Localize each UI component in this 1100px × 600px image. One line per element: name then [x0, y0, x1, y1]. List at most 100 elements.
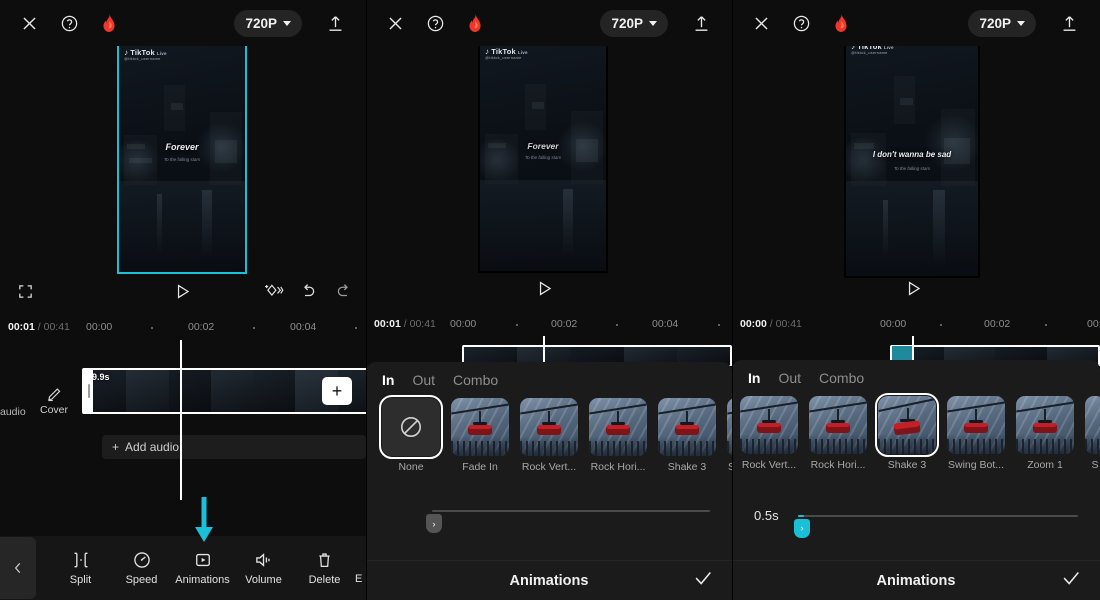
animation-option-rock-horizontal[interactable]: Rock Hori... [589, 398, 647, 473]
animation-label: Rock Vert... [521, 461, 577, 473]
animation-option-shake-3[interactable]: Shake 3 [875, 393, 939, 471]
duration-slider-track[interactable]: › [794, 514, 1078, 538]
animations-icon [195, 553, 210, 567]
top-bar: 720P [0, 0, 366, 46]
no-animation-icon [400, 416, 422, 438]
upload-icon[interactable] [686, 8, 716, 38]
slider-knob[interactable]: › [426, 514, 442, 533]
animation-thumb[interactable] [740, 396, 798, 454]
resolution-selector[interactable]: 720P [234, 9, 302, 37]
video-preview-p3[interactable]: ♪ TikTok Live @tiktok_username I don't w… [844, 36, 980, 278]
video-preview-p1[interactable]: ♪ TikTok Live @tiktok_username Forever T… [117, 42, 247, 274]
tool-speed[interactable]: Speed [111, 550, 172, 586]
ruler-dot [151, 327, 153, 329]
cover-label: Cover [39, 404, 68, 416]
animation-list-p2[interactable]: None Fade In Rock Vert... Rock Hori... S… [366, 394, 732, 473]
top-bar: 720P [366, 0, 732, 46]
ruler-dot [1045, 324, 1047, 326]
watermark-username: @tiktok_username [124, 56, 161, 61]
duration-slider-row-p2[interactable]: › [366, 510, 732, 533]
animation-option-swing-bottom[interactable]: Swing Bot... [947, 396, 1005, 471]
cover-button[interactable]: Cover [30, 370, 78, 432]
fullscreen-icon[interactable] [10, 274, 40, 308]
tool-delete[interactable]: Delete [294, 550, 355, 586]
animation-thumb[interactable] [451, 398, 509, 456]
timeline-p1[interactable]: audio Cover 39.9s + + Add audio [0, 340, 366, 530]
close-icon[interactable] [746, 8, 776, 38]
check-icon[interactable] [1060, 567, 1082, 594]
lyric-text: Forever [165, 142, 199, 152]
animation-thumb[interactable] [1016, 396, 1074, 454]
lyric-subtext: To the falling stars [893, 166, 931, 171]
play-icon[interactable] [898, 271, 928, 305]
add-keyframe-icon[interactable] [258, 274, 288, 308]
animation-option-rock-horizontal[interactable]: Rock Hori... [809, 396, 867, 471]
duration-slider-row-p3[interactable]: 0.5s › [732, 508, 1100, 538]
play-icon[interactable] [529, 271, 559, 305]
clip-trim-handle-left[interactable] [84, 370, 93, 412]
tool-label: Delete [308, 574, 341, 586]
animation-thumb[interactable] [589, 398, 647, 456]
tool-edit-partial[interactable]: E [355, 551, 366, 585]
help-circle-icon[interactable] [420, 8, 450, 38]
tool-split[interactable]: Split [50, 550, 111, 586]
tab-out[interactable]: Out [412, 372, 435, 388]
animation-thumb[interactable] [1085, 396, 1100, 454]
total-duration: 00:41 [775, 318, 802, 330]
time-separator: / [37, 321, 41, 333]
redo-icon[interactable] [329, 274, 359, 308]
chevron-left-icon [14, 562, 21, 574]
add-audio-button[interactable]: + Add audio [102, 435, 366, 459]
ruler-tick: 00:02 [984, 318, 1011, 330]
help-circle-icon[interactable] [54, 8, 84, 38]
resolution-selector[interactable]: 720P [600, 9, 668, 37]
time-separator: / [769, 318, 773, 330]
check-icon[interactable] [692, 567, 714, 594]
tool-animations[interactable]: Animations [172, 550, 233, 586]
animation-thumb[interactable] [875, 393, 939, 457]
video-preview-p2[interactable]: ♪ TikTok Live @tiktok_username Forever T… [478, 41, 608, 273]
playback-bar-p3 [732, 271, 1100, 305]
tab-combo[interactable]: Combo [453, 372, 498, 388]
timeline-ruler-p3: 00:00 / 00:41 00:00 00:02 00:0 [732, 315, 1100, 335]
animation-option-partial[interactable]: S [1085, 396, 1100, 471]
animation-thumb[interactable] [658, 398, 716, 456]
tab-out[interactable]: Out [778, 370, 801, 386]
flame-icon[interactable] [826, 8, 856, 38]
tab-combo[interactable]: Combo [819, 370, 864, 386]
animation-thumb[interactable] [809, 396, 867, 454]
flame-icon[interactable] [94, 8, 124, 38]
animation-option-shake-3[interactable]: Shake 3 [658, 398, 716, 473]
animation-option-none[interactable]: None [379, 395, 443, 473]
tab-in[interactable]: In [382, 372, 394, 388]
close-icon[interactable] [14, 8, 44, 38]
volume-icon [256, 553, 270, 567]
animation-option-zoom-1[interactable]: Zoom 1 [1016, 396, 1074, 471]
animation-thumb[interactable] [947, 396, 1005, 454]
back-button[interactable] [0, 537, 36, 599]
undo-icon[interactable] [293, 274, 323, 308]
panel-divider [732, 0, 733, 600]
tab-in[interactable]: In [748, 370, 760, 386]
animation-option-rock-vertical[interactable]: Rock Vert... [740, 396, 798, 471]
play-icon[interactable] [167, 274, 197, 308]
playhead-p1[interactable] [180, 340, 182, 500]
flame-icon[interactable] [460, 8, 490, 38]
animation-option-fade-in[interactable]: Fade In [451, 398, 509, 473]
upload-icon[interactable] [1054, 8, 1084, 38]
animations-sheet-p3: In Out Combo Rock Vert... Rock Hori... S… [732, 360, 1100, 600]
tool-volume[interactable]: Volume [233, 550, 294, 586]
ruler-tick: 00:00 [880, 318, 907, 330]
playhead-marker-p2[interactable] [543, 336, 545, 364]
animation-thumb[interactable] [379, 395, 443, 459]
slider-knob[interactable]: › [794, 518, 810, 538]
animation-option-rock-vertical[interactable]: Rock Vert... [520, 398, 578, 473]
animation-list-p3[interactable]: Rock Vert... Rock Hori... Shake 3 Swing … [732, 392, 1100, 471]
close-icon[interactable] [380, 8, 410, 38]
animation-thumb[interactable] [520, 398, 578, 456]
duration-slider-track[interactable]: › [426, 510, 710, 533]
add-clip-button[interactable]: + [322, 377, 352, 405]
upload-icon[interactable] [320, 8, 350, 38]
resolution-selector[interactable]: 720P [968, 9, 1036, 37]
help-circle-icon[interactable] [786, 8, 816, 38]
